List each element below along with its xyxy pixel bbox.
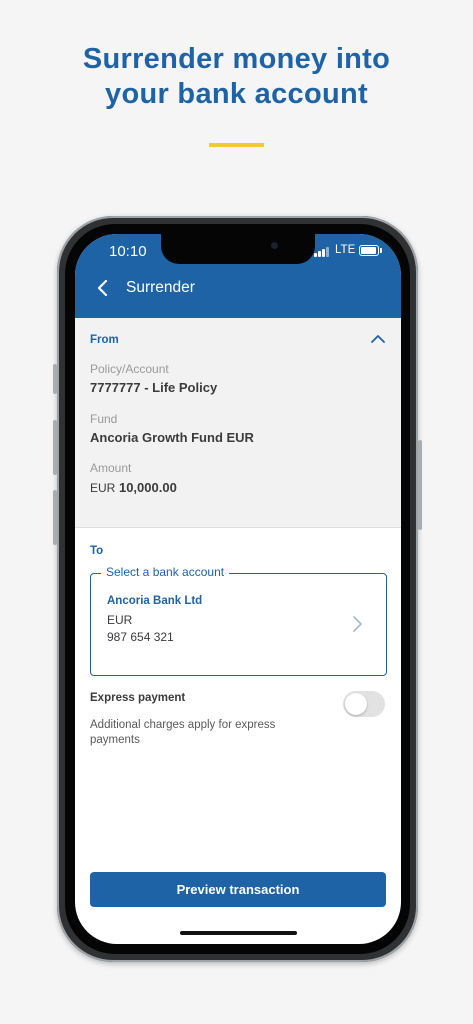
amount-value: 10,000.00 — [118, 480, 177, 495]
accent-divider — [209, 143, 264, 147]
promo-headline: Surrender money into your bank account — [0, 42, 473, 112]
from-heading: From — [90, 334, 119, 346]
chevron-right-icon[interactable] — [351, 615, 363, 633]
status-time: 10:10 — [109, 243, 147, 260]
bank-account-selector[interactable] — [90, 573, 387, 676]
headline-line-1: Surrender money into — [82, 43, 391, 75]
amount-currency: EUR — [90, 481, 116, 495]
app-bar: 10:10 LTE Surrender — [75, 234, 401, 318]
network-label: LTE — [335, 244, 356, 256]
policy-label: Policy/Account — [90, 362, 169, 376]
signal-icon — [314, 247, 330, 257]
home-indicator[interactable] — [180, 931, 297, 935]
notch — [161, 234, 315, 264]
bank-account-number: 987 654 321 — [107, 630, 174, 644]
toggle-knob — [345, 693, 367, 715]
preview-transaction-button[interactable]: Preview transaction — [90, 872, 386, 907]
bank-select-label: Select a bank account — [101, 565, 230, 579]
policy-value: 7777777 - Life Policy — [90, 380, 218, 395]
headline-line-2: your bank account — [105, 78, 368, 110]
amount-label: Amount — [90, 461, 132, 475]
fund-value: Ancoria Growth Fund EUR — [90, 430, 254, 445]
battery-icon — [359, 245, 379, 256]
bank-name: Ancoria Bank Ltd — [107, 595, 203, 607]
fund-label: Fund — [90, 412, 118, 426]
phone-power-button — [418, 440, 422, 530]
phone-volume-down — [53, 490, 57, 545]
from-section — [75, 318, 401, 528]
phone-screen: 10:10 LTE Surrender From Policy/Account … — [75, 234, 401, 944]
phone-mute-switch — [53, 364, 57, 394]
express-payment-toggle[interactable] — [343, 691, 385, 717]
express-payment-title: Express payment — [90, 692, 186, 704]
camera-icon — [271, 242, 278, 249]
screen-title: Surrender — [126, 279, 195, 296]
chevron-up-icon[interactable] — [371, 334, 385, 344]
chevron-left-icon[interactable] — [93, 278, 113, 298]
phone-volume-up — [53, 420, 57, 475]
to-heading: To — [90, 545, 104, 557]
bank-currency: EUR — [107, 613, 133, 627]
battery-tip — [380, 248, 382, 253]
amount-display: EUR 10,000.00 — [90, 480, 177, 495]
express-payment-description: Additional charges apply for express pay… — [90, 719, 276, 746]
